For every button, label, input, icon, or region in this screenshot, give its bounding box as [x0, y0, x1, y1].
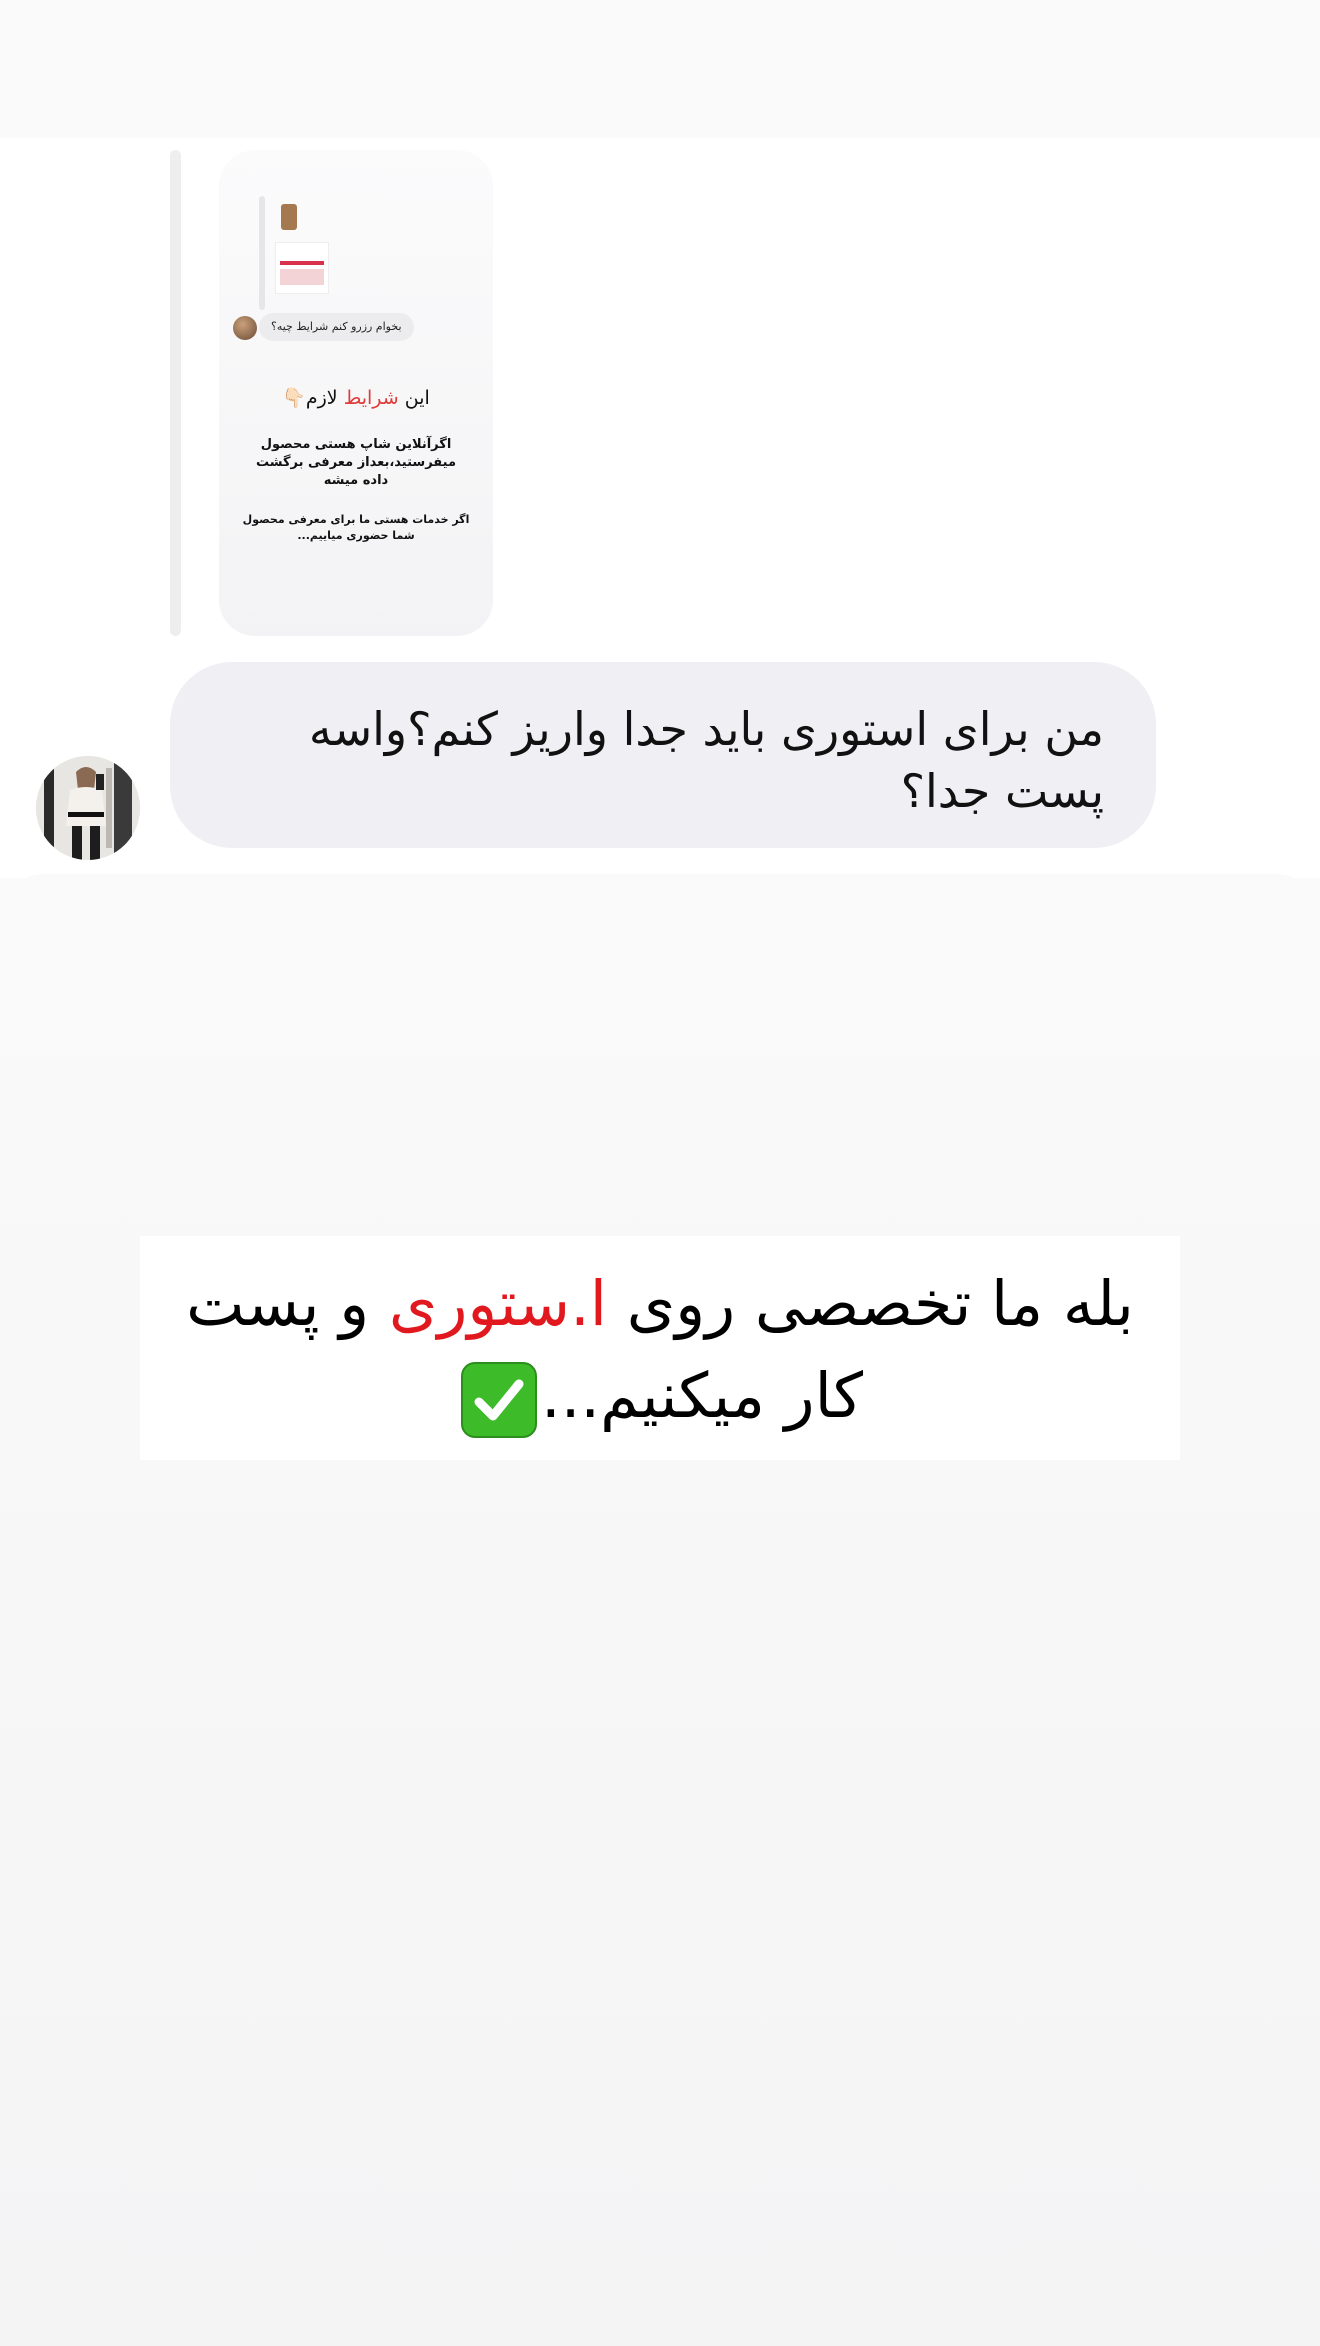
story-paragraph-1: اگرآنلاین شاپ هستی محصول میفرستید،بعداز … — [255, 437, 457, 488]
top-bar — [0, 0, 1320, 138]
mini-thumbnail — [281, 204, 297, 230]
mini-story-card — [275, 242, 329, 294]
reply-indicator-line — [170, 150, 181, 636]
sender-avatar[interactable] — [36, 756, 140, 860]
mini-red-bar — [280, 261, 324, 265]
story-caption-text: بله ما تخصصی روی ا.ستوری و پست کار میکنی… — [140, 1258, 1180, 1442]
incoming-message-bubble[interactable]: من برای استوری باید جدا واریز کنم؟واسه پ… — [170, 662, 1156, 848]
story-title-prefix: این — [398, 387, 430, 409]
story-title-suffix: لازم👇🏻 — [282, 387, 344, 409]
story-paragraph-2: اگر خدمات هستی ما برای معرفی محصول شما ح… — [242, 513, 470, 542]
caption-part-1: بله ما تخصصی روی — [607, 1267, 1134, 1340]
story-title-highlight: شرایط — [343, 387, 399, 409]
story-caption-box: بله ما تخصصی روی ا.ستوری و پست کار میکنی… — [140, 1236, 1180, 1460]
story-title: این شرایط لازم👇🏻 — [219, 386, 493, 409]
replied-story-preview[interactable]: بخوام رزرو کنم شرایط چیه؟ این شرایط لازم… — [219, 150, 493, 636]
avatar-photo-icon — [36, 756, 140, 860]
caption-highlight: ا.ستوری — [388, 1267, 608, 1340]
mini-pink-block — [280, 269, 324, 285]
mini-reply-line — [259, 196, 265, 310]
shared-story-panel[interactable] — [0, 874, 1320, 2346]
check-mark-button-icon — [460, 1361, 537, 1438]
mini-avatar — [233, 316, 257, 340]
mini-question-bubble: بخوام رزرو کنم شرایط چیه؟ — [259, 313, 414, 341]
